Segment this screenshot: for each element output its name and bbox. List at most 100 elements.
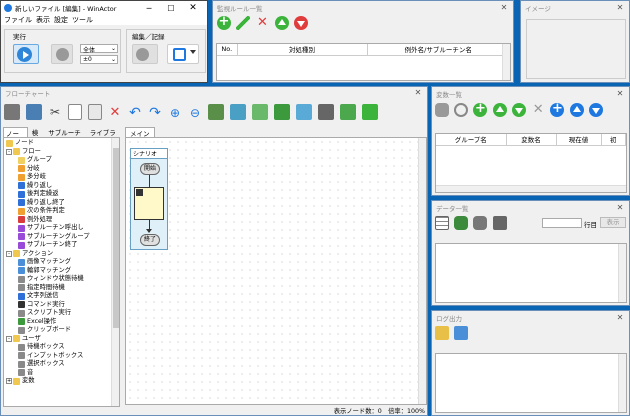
tree-item[interactable]: ウィンドウ状態待機 — [6, 275, 119, 284]
run-button[interactable] — [13, 44, 39, 64]
move-down-icon[interactable] — [511, 103, 526, 117]
undo-icon[interactable]: ↶ — [128, 105, 142, 121]
tree-item[interactable]: コマンド実行 — [6, 301, 119, 310]
col-initial-value[interactable]: 初 — [601, 134, 626, 146]
group-box[interactable] — [134, 187, 164, 220]
tree-item[interactable]: 音 — [6, 369, 119, 378]
scrollbar[interactable] — [502, 44, 510, 80]
close-icon[interactable]: ✕ — [615, 89, 625, 99]
download-icon[interactable] — [340, 104, 356, 120]
tree-item[interactable]: - フロー — [6, 148, 119, 157]
tree-item[interactable]: 待機ボックス — [6, 343, 119, 352]
close-icon[interactable]: ✕ — [499, 3, 509, 13]
hand-icon[interactable] — [435, 103, 449, 117]
layers-icon[interactable] — [318, 104, 334, 120]
display-button[interactable]: 表示 — [600, 217, 626, 228]
menu-file[interactable]: ファイル — [4, 15, 32, 25]
delete-icon[interactable]: ✕ — [255, 16, 269, 30]
tree-item[interactable]: 指定時間待機 — [6, 284, 119, 293]
speed-select[interactable]: ±0 ⌄ — [80, 55, 118, 64]
tree-item[interactable]: 多分岐 — [6, 173, 119, 182]
close-button[interactable]: ✕ — [182, 3, 204, 13]
col-no[interactable]: No. — [217, 44, 238, 56]
group-up-icon[interactable] — [569, 103, 584, 117]
scenario-block[interactable]: シナリオ 開始 終了 — [130, 148, 168, 250]
close-icon[interactable]: ✕ — [413, 88, 423, 98]
tree-item[interactable]: 選択ボックス — [6, 360, 119, 369]
menu-settings[interactable]: 設定 — [54, 15, 68, 25]
image-node-icon[interactable] — [26, 104, 42, 120]
menu-tools[interactable]: ツール — [72, 15, 93, 25]
start-node[interactable]: 開始 — [140, 163, 160, 175]
tab-library[interactable]: ライブラリ — [90, 127, 121, 147]
collapse-toggle[interactable] — [136, 189, 143, 196]
tree-item[interactable]: - アクション — [6, 250, 119, 259]
tree-item[interactable]: 画像マッチング — [6, 258, 119, 267]
tree-item[interactable]: ノード — [6, 139, 119, 148]
col-current-value[interactable]: 現在値 — [556, 134, 602, 146]
tree-item[interactable]: サブルーチングループ — [6, 233, 119, 242]
target-button[interactable] — [167, 44, 199, 64]
node-icon[interactable] — [4, 104, 20, 120]
collapse-icon[interactable]: - — [6, 335, 12, 342]
canvas-tab[interactable]: メイン — [125, 127, 155, 138]
close-icon[interactable]: ✕ — [615, 313, 625, 323]
col-action-type[interactable]: 対処種別 — [237, 44, 368, 56]
image-icon[interactable] — [230, 104, 246, 120]
search-icon[interactable] — [454, 103, 469, 117]
end-node[interactable]: 終了 — [140, 234, 160, 246]
tree-item[interactable]: クリップボード — [6, 326, 119, 335]
db-import-icon[interactable] — [454, 216, 469, 230]
tree-item[interactable]: インプットボックス — [6, 352, 119, 361]
delete-icon[interactable]: ✕ — [531, 103, 545, 117]
move-up-icon[interactable] — [274, 16, 289, 30]
close-icon[interactable]: ✕ — [615, 3, 625, 13]
tree-item[interactable]: + 変数 — [6, 377, 119, 386]
flowchart-canvas[interactable]: シナリオ 開始 終了 — [125, 137, 427, 405]
export-icon[interactable] — [274, 104, 290, 120]
copy-icon[interactable] — [68, 104, 82, 120]
tree-item[interactable]: 後判定繰返 — [6, 190, 119, 199]
tree-item[interactable]: 例外処理 — [6, 216, 119, 225]
group-down-icon[interactable] — [588, 103, 603, 117]
tree-item[interactable]: グループ — [6, 156, 119, 165]
tree-item[interactable]: 繰り返し — [6, 182, 119, 191]
tree-item[interactable]: スクリプト実行 — [6, 309, 119, 318]
delete-icon[interactable]: ✕ — [108, 105, 122, 120]
tree-item[interactable]: - ユーザ — [6, 335, 119, 344]
scroll-thumb[interactable] — [113, 148, 119, 328]
share-icon[interactable] — [362, 104, 378, 120]
add-icon[interactable] — [217, 14, 231, 30]
scrollbar[interactable] — [618, 354, 626, 412]
collapse-icon[interactable]: - — [6, 250, 12, 257]
scrollbar[interactable] — [618, 244, 626, 302]
tab-subroutine[interactable]: サブルーチン — [48, 127, 86, 147]
col-exception-name[interactable]: 例外名/サブルーチン名 — [367, 44, 510, 56]
stop-button[interactable] — [51, 44, 73, 64]
cut-icon[interactable]: ✂ — [48, 105, 62, 119]
add-group-icon[interactable] — [550, 101, 565, 117]
zoom-out-icon[interactable]: ⊖ — [188, 105, 202, 120]
tree-item[interactable]: 文字列送信 — [6, 292, 119, 301]
db-clear-icon[interactable] — [492, 216, 507, 230]
paste-icon[interactable] — [88, 104, 102, 120]
h-scrollbar[interactable] — [436, 185, 626, 192]
clear-log-icon[interactable] — [454, 326, 469, 340]
zoom-in-icon[interactable]: ⊕ — [168, 105, 182, 120]
col-variable-name[interactable]: 変数名 — [506, 134, 557, 146]
tree-item[interactable]: 繰り返し終了 — [6, 199, 119, 208]
tree-item[interactable]: サブルーチン終了 — [6, 241, 119, 250]
redo-icon[interactable]: ↷ — [148, 105, 162, 121]
move-up-icon[interactable] — [492, 103, 507, 117]
tree-item[interactable]: 分岐 — [6, 165, 119, 174]
tree-item[interactable]: サブルーチン呼出し — [6, 224, 119, 233]
tree-item[interactable]: 輪郭マッチング — [6, 267, 119, 276]
add-icon[interactable] — [473, 101, 488, 117]
menu-view[interactable]: 表示 — [36, 15, 50, 25]
db-export-icon[interactable] — [473, 216, 488, 230]
scope-select[interactable]: 全体 ⌄ — [80, 44, 118, 54]
tab-node[interactable]: ノード — [3, 127, 28, 148]
move-down-icon[interactable] — [293, 16, 308, 30]
tab-search[interactable]: 検索 — [32, 127, 45, 147]
col-group-name[interactable]: グループ名 — [436, 134, 507, 146]
